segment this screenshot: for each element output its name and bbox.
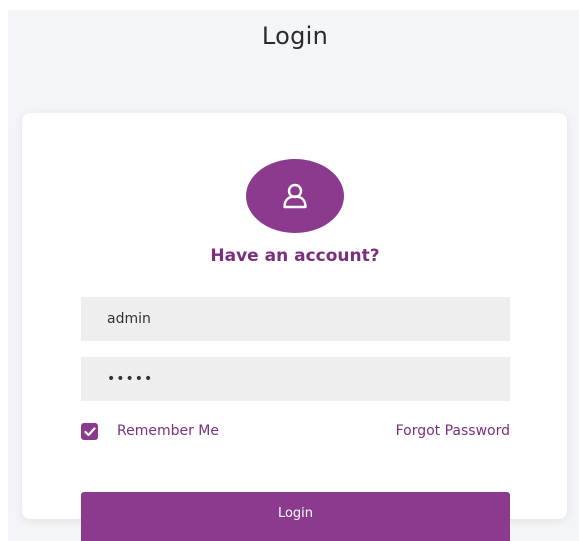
password-input[interactable] <box>81 357 510 401</box>
remember-row: Remember Me Forgot Password <box>81 423 510 443</box>
form-subtitle: Have an account? <box>210 246 380 266</box>
remember-checkbox[interactable] <box>81 423 98 440</box>
page-title: Login <box>261 22 329 50</box>
login-page: Login Have an account? Remember Me Forgo… <box>0 0 579 541</box>
remember-label[interactable]: Remember Me <box>117 423 219 439</box>
forgot-password-link[interactable]: Forgot Password <box>396 423 510 439</box>
avatar <box>246 159 344 233</box>
user-icon <box>283 183 307 209</box>
login-button[interactable]: Login <box>81 492 510 541</box>
username-input[interactable] <box>81 297 510 341</box>
checkmark-icon <box>83 426 96 436</box>
